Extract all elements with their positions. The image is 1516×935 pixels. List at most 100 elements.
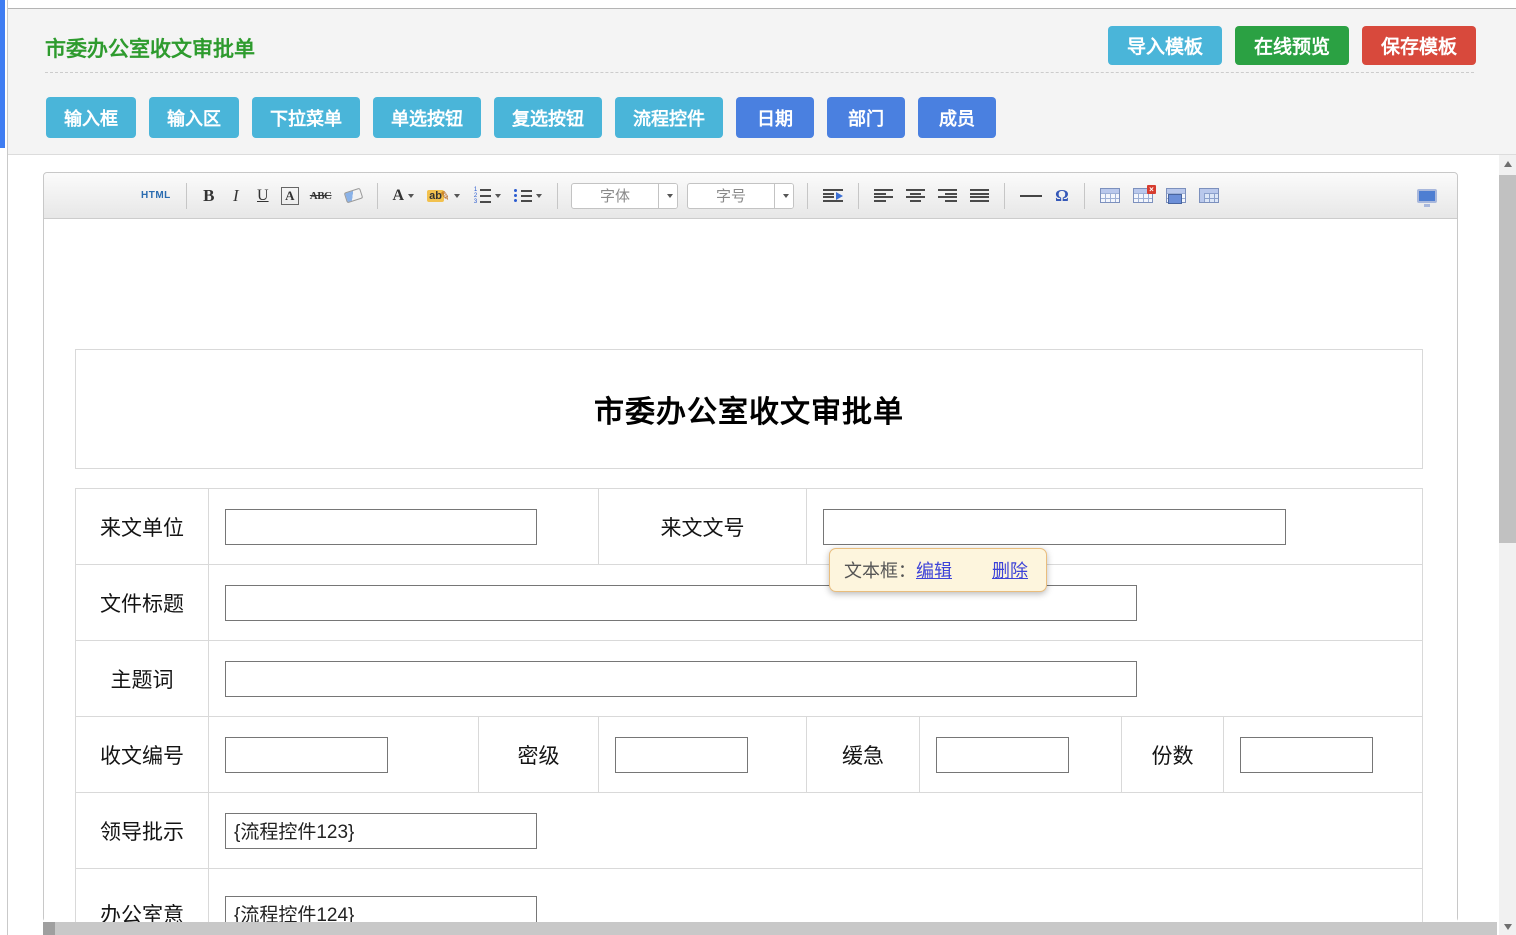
font-color-button[interactable]: A: [391, 182, 417, 210]
toolbar-separator: [557, 183, 558, 209]
secrecy-label: 密级: [478, 717, 598, 792]
edit-field-link[interactable]: 编辑: [916, 557, 952, 583]
tooltip-label: 文本框：: [844, 557, 916, 583]
unordered-list-button[interactable]: [512, 182, 544, 210]
indent-button[interactable]: [821, 182, 845, 210]
align-left-button[interactable]: [872, 182, 895, 210]
import-template-button[interactable]: 导入模板: [1108, 26, 1222, 65]
arrow-up-icon: [1504, 161, 1512, 167]
online-preview-button[interactable]: 在线预览: [1235, 26, 1349, 65]
receipt-number-label: 收文编号: [76, 717, 208, 792]
fullscreen-button[interactable]: [1415, 182, 1443, 210]
dropdown-caret-icon: [667, 194, 673, 198]
form-title: 市委办公室收文审批单: [594, 387, 904, 431]
table-icon: [1100, 188, 1120, 203]
widget-input-area-button[interactable]: 输入区: [149, 97, 239, 138]
scroll-down-button[interactable]: [1499, 919, 1516, 934]
editor-toolbar: HTML B I U A ABC A ab ✎ 1 2 3: [44, 173, 1457, 219]
form-input-cell: [919, 717, 1121, 792]
header-actions: 导入模板 在线预览 保存模板: [1108, 26, 1476, 65]
toolbar-separator: [807, 183, 808, 209]
form-input-cell: [1223, 717, 1422, 792]
vertical-scrollbar[interactable]: [1499, 155, 1516, 935]
app-window: 市委办公室收文审批单 导入模板 在线预览 保存模板 输入框 输入区 下拉菜单 单…: [0, 0, 1516, 935]
widget-department-button[interactable]: 部门: [827, 97, 905, 138]
doc-number-label: 来文文号: [598, 489, 806, 564]
page-title: 市委办公室收文审批单: [45, 33, 255, 63]
align-right-button[interactable]: [936, 182, 959, 210]
widget-dropdown-button[interactable]: 下拉菜单: [252, 97, 360, 138]
align-right-icon: [938, 188, 957, 203]
leader-comment-input[interactable]: [225, 813, 537, 849]
bold-button[interactable]: B: [200, 182, 218, 210]
urgency-input[interactable]: [936, 737, 1069, 773]
html-source-button[interactable]: HTML: [139, 182, 173, 210]
toolbar-separator: [858, 183, 859, 209]
doc-number-input[interactable]: [823, 509, 1286, 545]
form-title-box: 市委办公室收文审批单: [75, 349, 1423, 469]
ordered-list-button[interactable]: 1 2 3: [471, 182, 503, 210]
leader-comment-label: 领导批示: [76, 793, 208, 868]
table-properties-button[interactable]: [1197, 182, 1221, 210]
bordered-text-button[interactable]: A: [281, 187, 299, 205]
table-row: 办公室意: [76, 868, 1422, 922]
scrollbar-thumb[interactable]: [1499, 175, 1516, 543]
source-unit-input[interactable]: [225, 509, 537, 545]
receipt-number-input[interactable]: [225, 737, 388, 773]
align-justify-icon: [970, 188, 989, 203]
table-cell-properties-button[interactable]: [1164, 182, 1188, 210]
font-family-select[interactable]: 字体: [571, 183, 678, 209]
scroll-up-button[interactable]: [1499, 156, 1516, 171]
keywords-input[interactable]: [225, 661, 1137, 697]
widget-flow-control-button[interactable]: 流程控件: [615, 97, 723, 138]
form-input-cell: [208, 869, 1422, 922]
insert-table-button[interactable]: [1098, 182, 1122, 210]
save-template-button[interactable]: 保存模板: [1362, 26, 1476, 65]
office-opinion-input[interactable]: [225, 896, 537, 923]
strikethrough-button[interactable]: ABC: [308, 182, 334, 210]
widget-date-button[interactable]: 日期: [736, 97, 814, 138]
ordered-list-icon: 1 2 3: [473, 188, 491, 204]
underline-button[interactable]: U: [254, 182, 272, 210]
urgency-label: 缓急: [806, 717, 919, 792]
editor-content-area[interactable]: 市委办公室收文审批单 来文单位 来文文号 文件标题: [44, 219, 1457, 922]
font-size-select[interactable]: 字号: [687, 183, 794, 209]
special-char-button[interactable]: Ω: [1053, 182, 1071, 210]
form-input-cell: [598, 717, 806, 792]
arrow-down-icon: [1504, 924, 1512, 930]
secrecy-input[interactable]: [615, 737, 748, 773]
source-unit-label: 来文单位: [76, 489, 208, 564]
table-row: 收文编号 密级 缓急 份数: [76, 716, 1422, 792]
align-center-icon: [906, 188, 925, 203]
form-input-cell: [208, 489, 598, 564]
rich-text-editor: HTML B I U A ABC A ab ✎ 1 2 3: [43, 172, 1458, 922]
form-input-cell: [208, 641, 1422, 716]
widget-checkbox-button[interactable]: 复选按钮: [494, 97, 602, 138]
toolbar-separator: [186, 183, 187, 209]
copies-input[interactable]: [1240, 737, 1373, 773]
table-row: 来文单位 来文文号: [76, 489, 1422, 564]
delete-table-button[interactable]: [1131, 182, 1155, 210]
eraser-icon: [343, 188, 363, 204]
widget-input-box-button[interactable]: 输入框: [46, 97, 136, 138]
dropdown-caret-icon: [408, 194, 414, 198]
keywords-label: 主题词: [76, 641, 208, 716]
widget-radio-button[interactable]: 单选按钮: [373, 97, 481, 138]
font-size-dropdown-button[interactable]: [774, 184, 793, 208]
horizontal-rule-icon: [1020, 195, 1042, 197]
form-input-cell: [208, 793, 1422, 868]
align-center-button[interactable]: [904, 182, 927, 210]
horizontal-rule-button[interactable]: [1018, 182, 1044, 210]
eraser-button[interactable]: [343, 182, 364, 210]
highlight-color-button[interactable]: ab ✎: [425, 182, 462, 210]
form-input-cell: [208, 717, 478, 792]
monitor-icon: [1417, 189, 1437, 203]
italic-button[interactable]: I: [227, 182, 245, 210]
header-panel: 市委办公室收文审批单 导入模板 在线预览 保存模板 输入框 输入区 下拉菜单 单…: [8, 8, 1516, 155]
delete-field-link[interactable]: 删除: [992, 557, 1028, 583]
table-properties-icon: [1199, 188, 1219, 203]
widget-member-button[interactable]: 成员: [918, 97, 996, 138]
align-justify-button[interactable]: [968, 182, 991, 210]
font-family-dropdown-button[interactable]: [658, 184, 677, 208]
align-left-icon: [874, 188, 893, 203]
